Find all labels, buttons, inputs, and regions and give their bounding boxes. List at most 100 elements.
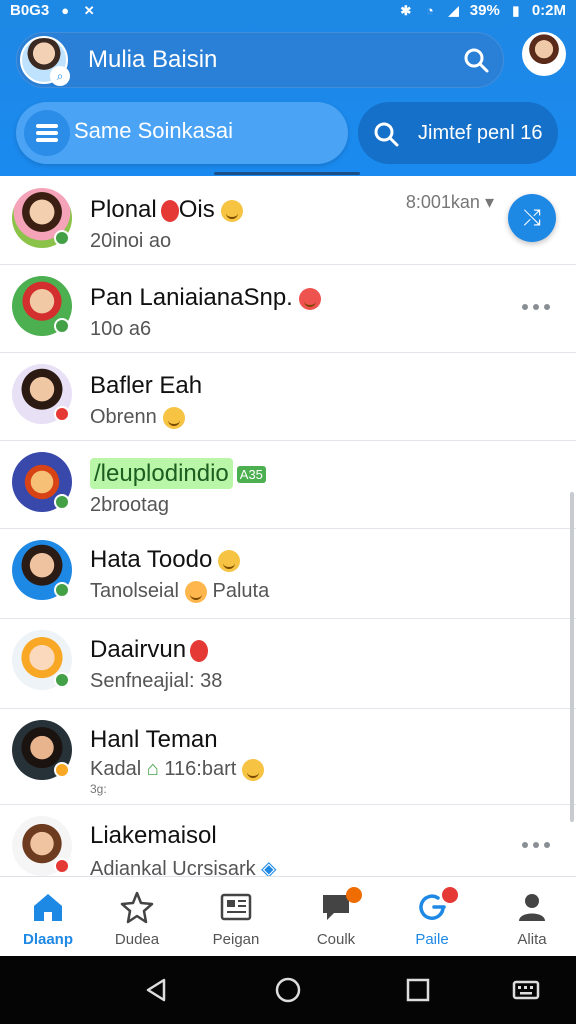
online-status-dot <box>54 318 70 334</box>
chat-time: 8:001kan ▾ <box>405 192 494 212</box>
filter-chip-right[interactable]: Jimtef penl 16 <box>358 102 558 164</box>
chat-preview: Senfneajial: 38 <box>90 670 223 692</box>
battery-icon: ▮ <box>512 2 520 18</box>
chat-preview: Adiankal Ucrsisark ◈ <box>90 856 277 876</box>
bluetooth-icon: ✱ <box>400 2 412 18</box>
avatar[interactable] <box>12 816 72 876</box>
status-time: 0:2M <box>531 2 566 19</box>
tab-label: Alita <box>517 931 547 948</box>
chat-name: Plonal Ois <box>90 196 243 224</box>
notification-icon: ● <box>61 2 70 18</box>
app-header: ⌕ Mulia Baisin Same Soinkasai Jimtef pen… <box>0 22 576 176</box>
search-icon[interactable] <box>462 46 490 74</box>
avatar[interactable] <box>12 276 72 336</box>
chat-row[interactable]: Bafler Eah Obrenn <box>0 352 576 441</box>
avatar[interactable] <box>12 630 72 690</box>
status-bar: B0G3 ● ✕ ✱ ◔ ◢ 39% ▮ 0:2M <box>0 0 576 22</box>
chat-row[interactable]: Daairvun Senfneajial: 38 <box>0 618 576 709</box>
chat-row[interactable]: Liakemaisol Adiankal Ucrsisark ◈ <box>0 804 576 876</box>
status-left: B0G3 ● ✕ <box>10 2 97 19</box>
home-icon <box>34 894 62 921</box>
avatar[interactable] <box>12 452 72 512</box>
chip-left-label: Same Soinkasai <box>74 118 233 143</box>
shuffle-icon[interactable]: ⤭ <box>508 194 556 242</box>
tab-label: Coulk <box>316 931 356 948</box>
profile-avatar[interactable] <box>522 32 566 76</box>
scrollbar[interactable] <box>570 492 574 822</box>
tab-refresh[interactable]: Paile <box>384 877 480 957</box>
online-status-dot <box>54 672 70 688</box>
chat-name: Daairvun <box>90 636 209 664</box>
chat-preview: 10o a6 <box>90 318 152 340</box>
system-nav-bar <box>0 956 576 1024</box>
chat-row[interactable]: Hanl Teman Kadal ⌂ 116:bart 3g: <box>0 708 576 805</box>
tab-news[interactable]: Peigan <box>188 877 284 957</box>
chat-row[interactable]: Pan LaniaianaSnp. 10o a6 <box>0 264 576 353</box>
more-options-icon[interactable] <box>522 842 550 850</box>
smile-emoji-icon <box>242 758 265 781</box>
avatar[interactable] <box>12 540 72 600</box>
account-avatar[interactable]: ⌕ <box>20 36 70 86</box>
more-options-icon[interactable] <box>522 304 550 312</box>
smile-emoji-icon <box>218 549 241 572</box>
chat-row[interactable]: Plonal Ois 20inoi ao 8:001kan ▾ ⤭ <box>0 176 576 265</box>
chat-preview: 2brootag <box>90 494 169 516</box>
signal-icon: ◢ <box>448 2 459 18</box>
search-bar[interactable]: ⌕ Mulia Baisin <box>16 32 504 88</box>
red-badge-icon <box>190 639 209 662</box>
battery-percent: 39% <box>469 2 500 19</box>
chat-name: Hanl Teman <box>90 726 218 753</box>
bottom-tab-bar: Dlaanp Dudea Peigan Coulk Paile Alita <box>0 876 576 957</box>
chip-right-label: Jimtef penl 16 <box>418 122 543 144</box>
notification-dot <box>346 887 362 903</box>
newspaper-icon <box>220 893 252 921</box>
tab-label: Dlaanp <box>22 931 73 948</box>
chat-row[interactable]: /leuplodindio A35 2brootag <box>0 440 576 529</box>
angry-emoji-icon <box>298 287 321 310</box>
tab-profile[interactable]: Alita <box>484 877 576 957</box>
status-right: ✱ ◔ ◢ 39% ▮ 0:2M <box>398 2 566 19</box>
chat-row[interactable]: Hata Toodo Tanolseial Paluta <box>0 528 576 619</box>
status-dot <box>54 858 70 874</box>
tab-label: Peigan <box>212 931 260 948</box>
chat-name: Pan LaniaianaSnp. <box>90 284 321 312</box>
recents-icon[interactable] <box>404 976 432 1004</box>
chat-name: Hata Toodo <box>90 546 241 574</box>
tab-indicator <box>214 172 360 175</box>
chat-name: Bafler Eah <box>90 372 203 399</box>
avatar[interactable] <box>12 720 72 780</box>
tab-favorites[interactable]: Dudea <box>89 877 185 957</box>
search-icon <box>374 122 399 147</box>
leaf-icon: ⌂ <box>146 758 159 780</box>
person-icon <box>519 894 545 921</box>
back-icon[interactable] <box>142 976 170 1004</box>
avatar[interactable] <box>12 364 72 424</box>
tab-home[interactable]: Dlaanp <box>0 877 96 957</box>
status-dot <box>54 762 70 778</box>
stack-icon <box>24 110 70 156</box>
home-nav-icon[interactable] <box>274 976 302 1004</box>
chat-preview: 20inoi ao <box>90 230 172 252</box>
tab-label: Paile <box>415 931 449 948</box>
online-status-dot <box>54 230 70 246</box>
drop-icon: ◈ <box>261 858 277 876</box>
filter-chip-left[interactable]: Same Soinkasai <box>16 102 348 164</box>
status-dot <box>54 406 70 422</box>
keyboard-icon[interactable] <box>512 976 540 1004</box>
chat-name: /leuplodindio A35 <box>90 458 266 489</box>
smile-emoji-icon <box>162 406 185 429</box>
chat-preview-extra: 3g: <box>90 782 107 796</box>
notification-dot <box>442 887 458 903</box>
status-left-text: B0G3 <box>10 2 50 19</box>
wifi-icon: ◔ <box>425 2 434 18</box>
app-icon: ✕ <box>83 2 95 18</box>
smile-emoji-icon <box>220 199 243 222</box>
avatar[interactable] <box>12 188 72 248</box>
tab-chat[interactable]: Coulk <box>288 877 384 957</box>
chat-preview: Kadal ⌂ 116:bart <box>90 758 265 781</box>
chat-preview: Obrenn <box>90 406 185 429</box>
search-bar-title: Mulia Baisin <box>88 46 218 73</box>
online-status-dot <box>54 494 70 510</box>
chat-list[interactable]: Plonal Ois 20inoi ao 8:001kan ▾ ⤭ Pan Lan… <box>0 176 576 876</box>
tab-label: Dudea <box>114 931 160 948</box>
